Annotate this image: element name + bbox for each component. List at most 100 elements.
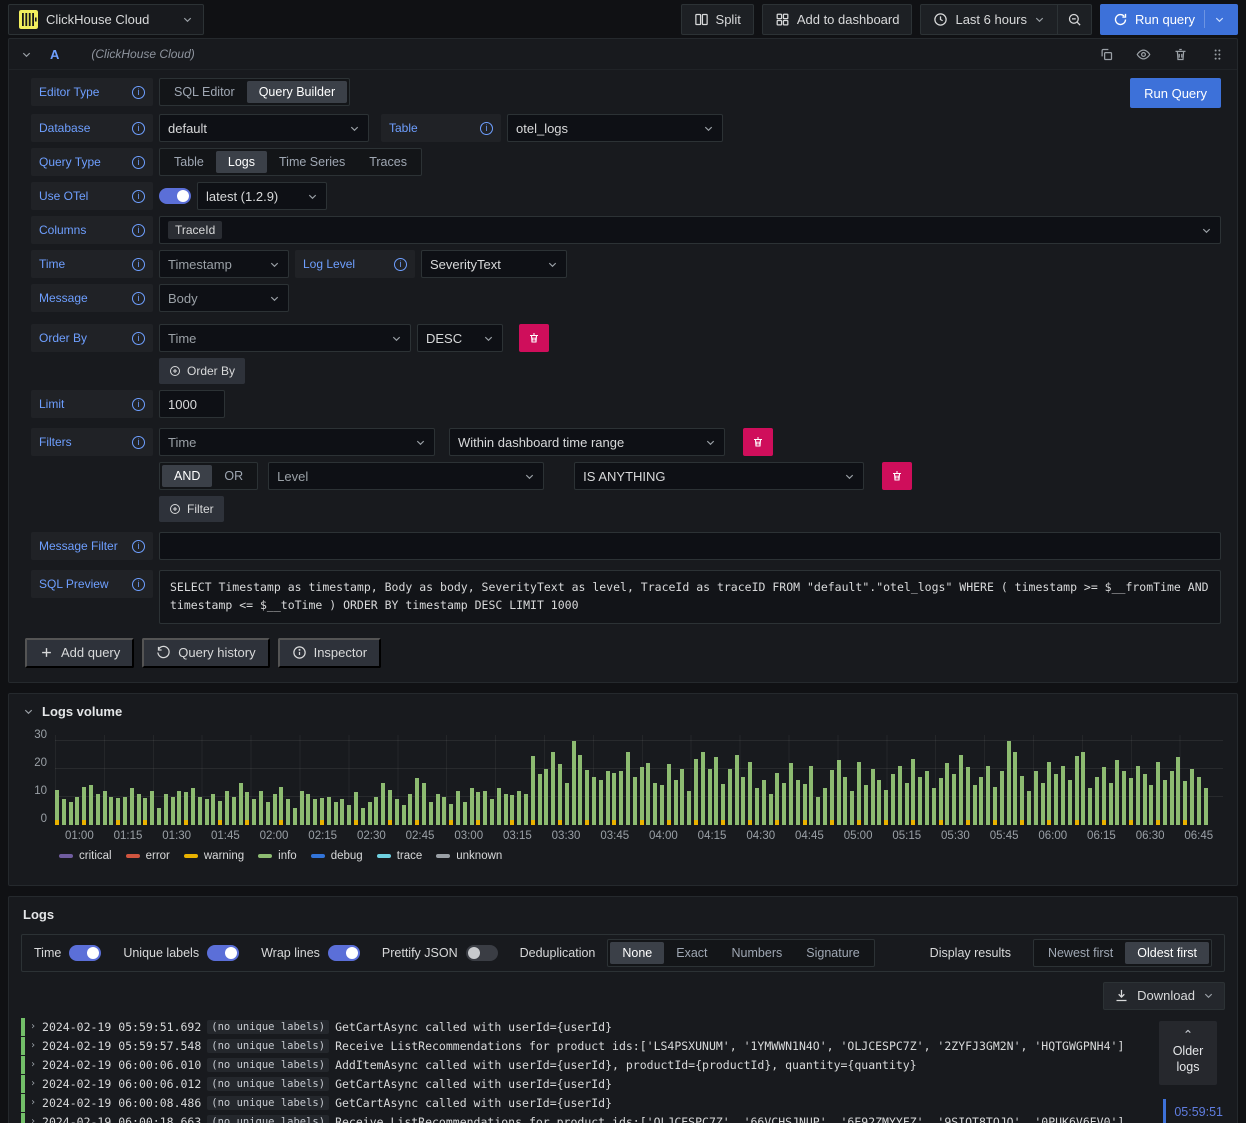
filter2-operator-select[interactable]: IS ANYTHING <box>574 462 865 490</box>
bool-operator-option-and[interactable]: AND <box>162 465 213 487</box>
legend-item-error[interactable]: error <box>125 850 170 862</box>
info-icon[interactable]: i <box>132 435 145 449</box>
hide-query-icon[interactable] <box>1136 47 1151 62</box>
dedup-option-none[interactable]: None <box>610 941 665 964</box>
wrap-lines-toggle[interactable] <box>327 944 360 961</box>
info-icon[interactable]: i <box>132 397 145 411</box>
zoom-out-button[interactable] <box>1058 3 1093 35</box>
info-icon[interactable]: i <box>132 257 145 271</box>
column-chip[interactable]: TraceId <box>168 221 223 239</box>
older-logs-button[interactable]: ⌃ Older logs <box>1159 1020 1217 1085</box>
legend-item-info[interactable]: info <box>258 850 297 862</box>
query-type-option-time-series[interactable]: Time Series <box>267 151 357 173</box>
volume-bar <box>401 805 406 825</box>
info-icon[interactable]: i <box>132 539 145 553</box>
message-filter-input[interactable] <box>159 532 1221 560</box>
query-type-option-logs[interactable]: Logs <box>215 151 267 173</box>
legend-swatch <box>258 853 273 858</box>
display-option-oldest-first[interactable]: Oldest first <box>1125 941 1209 964</box>
delete-query-icon[interactable] <box>1173 47 1188 62</box>
inspector-button[interactable]: Inspector <box>277 637 382 668</box>
volume-bar <box>245 792 250 825</box>
info-icon[interactable]: i <box>132 189 145 203</box>
volume-bar <box>918 777 923 825</box>
prettify-json-toggle[interactable] <box>465 944 498 961</box>
query-ref-id: A <box>50 46 60 62</box>
volume-bar <box>693 758 698 825</box>
run-query-button[interactable]: Run query <box>1100 3 1238 35</box>
add-filter-button[interactable]: Filter <box>159 496 224 522</box>
order-by-field-select[interactable]: Time <box>159 324 411 352</box>
plus-circle-icon <box>170 504 180 514</box>
add-to-dashboard-button[interactable]: Add to dashboard <box>761 3 913 35</box>
time-toggle[interactable] <box>69 944 102 961</box>
otel-version-select[interactable]: latest (1.2.9) <box>197 182 327 210</box>
limit-input[interactable]: 1000 <box>159 390 225 418</box>
query-type-option-table[interactable]: Table <box>162 151 216 173</box>
duplicate-query-icon[interactable] <box>1099 47 1114 62</box>
plus-circle-icon <box>170 366 180 376</box>
legend-item-debug[interactable]: debug <box>310 850 363 862</box>
log-row[interactable]: › 2024-02-19 06:00:08.486 (no unique label… <box>21 1093 1225 1113</box>
drag-handle-icon[interactable] <box>1210 47 1225 62</box>
time-range-picker[interactable]: Last 6 hours <box>920 3 1059 35</box>
remove-order-by-button[interactable] <box>519 324 549 352</box>
legend-item-warning[interactable]: warning <box>183 850 244 862</box>
info-icon[interactable]: i <box>132 85 145 99</box>
info-icon[interactable]: i <box>132 577 145 591</box>
query-history-button[interactable]: Query history <box>142 637 270 668</box>
dedup-option-numbers[interactable]: Numbers <box>720 942 795 964</box>
log-row[interactable]: › 2024-02-19 06:00:06.010 (no unique label… <box>21 1055 1225 1075</box>
collapse-chevron-icon[interactable] <box>21 49 32 60</box>
log-row[interactable]: › 2024-02-19 05:59:51.692 (no unique label… <box>21 1017 1225 1037</box>
query-row-header[interactable]: A (ClickHouse Cloud) <box>9 39 1237 70</box>
volume-bar <box>1047 761 1052 825</box>
info-icon[interactable]: i <box>132 223 145 237</box>
log-level-column-select[interactable]: SeverityText <box>421 250 567 278</box>
query-type-option-traces[interactable]: Traces <box>357 151 419 173</box>
info-icon[interactable]: i <box>132 155 145 169</box>
display-option-newest-first[interactable]: Newest first <box>1036 942 1125 964</box>
query-editor-panel: A (ClickHouse Cloud) Editor Type i SQL Ed… <box>8 38 1238 683</box>
message-column-select[interactable]: Body <box>159 284 289 312</box>
legend-item-critical[interactable]: critical <box>59 850 112 862</box>
order-direction-select[interactable]: DESC <box>417 324 503 352</box>
filter2-field-select[interactable]: Level <box>268 462 545 490</box>
time-column-select[interactable]: Timestamp <box>159 250 289 278</box>
info-icon[interactable]: i <box>394 257 407 271</box>
remove-filter1-button[interactable] <box>743 428 773 456</box>
table-select[interactable]: otel_logs <box>507 114 723 142</box>
columns-multiselect[interactable]: TraceId <box>159 216 1221 244</box>
legend-item-unknown[interactable]: unknown <box>436 850 502 862</box>
collapse-chevron-icon[interactable] <box>23 706 34 717</box>
log-row[interactable]: › 2024-02-19 06:00:18.663 (no unique label… <box>21 1112 1225 1123</box>
info-icon[interactable]: i <box>480 121 493 135</box>
download-button[interactable]: Download <box>1103 981 1225 1010</box>
dedup-option-signature[interactable]: Signature <box>794 942 872 964</box>
info-icon[interactable]: i <box>132 291 145 305</box>
log-row[interactable]: › 2024-02-19 05:59:57.548 (no unique label… <box>21 1036 1225 1056</box>
volume-bar <box>721 783 726 825</box>
filter1-operator-select[interactable]: Within dashboard time range <box>449 428 725 456</box>
editor-type-option-query-builder[interactable]: Query Builder <box>246 81 348 103</box>
remove-filter2-button[interactable] <box>882 462 913 490</box>
bool-operator-option-or[interactable]: OR <box>212 465 255 487</box>
log-row[interactable]: › 2024-02-19 06:00:06.012 (no unique label… <box>21 1074 1225 1094</box>
use-otel-toggle[interactable] <box>159 188 191 204</box>
info-icon[interactable]: i <box>132 331 145 345</box>
database-select[interactable]: default <box>159 114 369 142</box>
info-icon[interactable]: i <box>132 121 145 135</box>
split-button[interactable]: Split <box>680 3 754 35</box>
field-label-order-by: Order By i <box>31 324 153 352</box>
legend-item-trace[interactable]: trace <box>376 850 422 862</box>
unique-labels-toggle[interactable] <box>207 944 240 961</box>
scroll-indicator[interactable] <box>1163 1098 1167 1123</box>
add-order-by-button[interactable]: Order By <box>159 358 246 384</box>
datasource-picker[interactable]: ClickHouse Cloud <box>8 3 204 35</box>
run-query-form-button[interactable]: Run Query <box>1130 78 1221 108</box>
add-query-button[interactable]: Add query <box>25 637 135 668</box>
volume-bar <box>687 791 692 825</box>
dedup-option-exact[interactable]: Exact <box>664 942 719 964</box>
filter1-field-select[interactable]: Time <box>159 428 435 456</box>
editor-type-option-sql-editor[interactable]: SQL Editor <box>162 81 247 103</box>
